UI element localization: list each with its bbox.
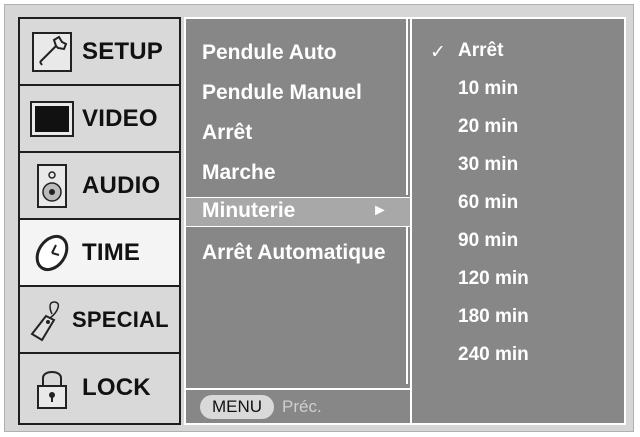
submenu-item-label: Minuterie — [202, 199, 296, 222]
tab-label: SPECIAL — [72, 306, 169, 332]
submenu-divider-lower — [406, 227, 408, 384]
tab-column: SETUP VIDEO AUDIO TIME SPECIAL LOCK — [18, 17, 181, 425]
submenu-item-arret[interactable]: Arrêt — [202, 121, 252, 145]
tag-icon — [26, 298, 70, 342]
option-180-min[interactable]: 180 min — [458, 306, 529, 328]
tab-lock[interactable]: LOCK — [20, 354, 179, 421]
tab-setup[interactable]: SETUP — [20, 19, 179, 86]
option-60-min[interactable]: 60 min — [458, 192, 518, 214]
wrench-icon — [30, 30, 74, 74]
tab-label: AUDIO — [82, 171, 161, 199]
options-panel: ✓ Arrêt 10 min 20 min 30 min 60 min 90 m… — [412, 17, 626, 425]
option-10-min[interactable]: 10 min — [458, 78, 518, 100]
tab-video[interactable]: VIDEO — [20, 86, 179, 153]
option-240-min[interactable]: 240 min — [458, 344, 529, 366]
checkmark-icon: ✓ — [430, 42, 446, 63]
tab-label: TIME — [82, 238, 141, 266]
submenu-item-pendule-manuel[interactable]: Pendule Manuel — [202, 81, 362, 105]
submenu-item-marche[interactable]: Marche — [202, 161, 276, 185]
submenu-item-arret-automatique[interactable]: Arrêt Automatique — [202, 241, 386, 265]
clock-icon — [30, 231, 74, 275]
submenu-footer: MENU Préc. — [186, 388, 410, 423]
padlock-icon — [30, 366, 74, 410]
arrow-right-icon: ► — [372, 202, 388, 219]
tab-label: LOCK — [82, 373, 151, 401]
tab-label: VIDEO — [82, 104, 158, 132]
tab-time[interactable]: TIME — [20, 220, 179, 287]
submenu-divider — [406, 17, 408, 195]
option-120-min[interactable]: 120 min — [458, 268, 529, 290]
screen-icon — [30, 97, 74, 141]
option-30-min[interactable]: 30 min — [458, 154, 518, 176]
back-label: Préc. — [282, 397, 322, 416]
tab-audio[interactable]: AUDIO — [20, 153, 179, 220]
speaker-icon — [30, 163, 74, 208]
submenu-item-minuterie[interactable]: Minuterie ► — [186, 197, 410, 227]
tab-label: SETUP — [82, 37, 164, 65]
option-90-min[interactable]: 90 min — [458, 230, 518, 252]
tab-special[interactable]: SPECIAL — [20, 287, 179, 354]
option-arret[interactable]: Arrêt — [458, 40, 503, 62]
option-20-min[interactable]: 20 min — [458, 116, 518, 138]
menu-button[interactable]: MENU — [200, 395, 274, 419]
submenu-item-pendule-auto[interactable]: Pendule Auto — [202, 41, 337, 65]
